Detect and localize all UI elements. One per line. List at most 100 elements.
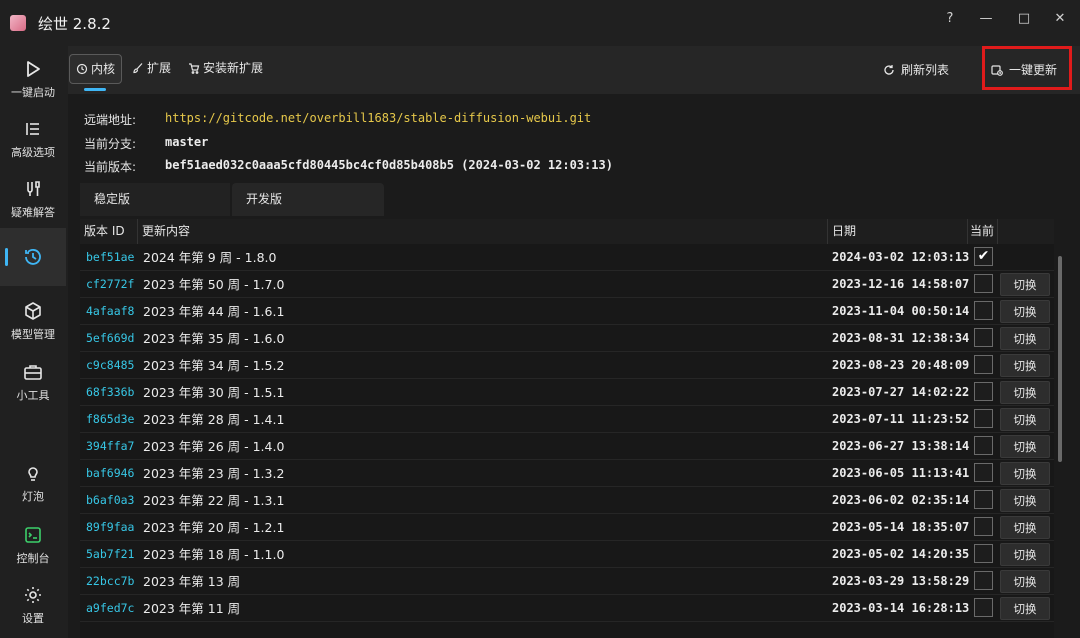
current-checkbox[interactable] (974, 544, 993, 563)
cart-icon (189, 63, 200, 74)
current-checkbox[interactable] (974, 490, 993, 509)
version-date: 2023-07-11 11:23:52 (832, 412, 970, 426)
header-date[interactable]: 日期 (828, 219, 968, 244)
version-id: 5ef669d (86, 331, 135, 345)
sidebar-item-console[interactable]: 控制台 (0, 518, 66, 576)
remote-url[interactable]: https://gitcode.net/overbill1683/stable-… (165, 111, 591, 125)
header-current[interactable]: 当前 (968, 219, 998, 244)
table-row[interactable]: 394ffa7 2023 年第 26 周 - 1.4.0 2023-06-27 13… (80, 433, 1054, 460)
tab-extensions[interactable]: 扩展 (126, 54, 177, 82)
switch-button[interactable]: 切换 (1000, 516, 1050, 539)
window-title: 绘世 2.8.2 (38, 15, 111, 33)
table-row[interactable]: 5ef669d 2023 年第 35 周 - 1.6.0 2023-08-31 12… (80, 325, 1054, 352)
table-row[interactable]: b6af0a3 2023 年第 22 周 - 1.3.1 2023-06-02 02… (80, 487, 1054, 514)
vertical-scrollbar[interactable] (1058, 256, 1062, 462)
sidebar-item-label: 控制台 (16, 552, 50, 565)
sidebar-item-label: 灯泡 (22, 490, 44, 503)
tab-bar: 内核 扩展 安装新扩展 刷新列表 一键更新 (68, 46, 1080, 94)
tab-dev[interactable]: 开发版 (232, 183, 384, 216)
switch-button[interactable]: 切换 (1000, 435, 1050, 458)
sidebar-item-label: 疑难解答 (11, 206, 55, 219)
sidebar-item-settings[interactable]: 设置 (0, 578, 66, 636)
version-id: cf2772f (86, 277, 135, 291)
minimize-button[interactable]: — (966, 6, 1006, 32)
sidebar-item-models[interactable]: 模型管理 (0, 294, 66, 352)
version-date: 2024-03-02 12:03:13 (832, 250, 970, 264)
current-checkbox[interactable] (974, 355, 993, 374)
sidebar-item-tools[interactable]: 小工具 (0, 355, 66, 413)
header-version-id[interactable]: 版本 ID (80, 219, 138, 244)
table-row[interactable]: 5ab7f21 2023 年第 18 周 - 1.1.0 2023-05-02 14… (80, 541, 1054, 568)
current-checkbox[interactable] (974, 517, 993, 536)
switch-button[interactable]: 切换 (1000, 327, 1050, 350)
current-checkbox[interactable] (974, 436, 993, 455)
history-icon (25, 249, 41, 265)
switch-button[interactable]: 切换 (1000, 543, 1050, 566)
version-id: 22bcc7b (86, 574, 135, 588)
version-date: 2023-08-23 20:48:09 (832, 358, 970, 372)
version-id: c9c8485 (86, 358, 135, 372)
table-row[interactable]: 89f9faa 2023 年第 20 周 - 1.2.1 2023-05-14 18… (80, 514, 1054, 541)
current-checkbox[interactable] (974, 301, 993, 320)
table-row[interactable]: baf6946 2023 年第 23 周 - 1.3.2 2023-06-05 11… (80, 460, 1054, 487)
table-row[interactable]: bef51ae 2024 年第 9 周 - 1.8.0 2024-03-02 12:… (80, 244, 1054, 271)
refresh-list-button[interactable]: 刷新列表 (883, 56, 949, 84)
switch-button[interactable]: 切换 (1000, 462, 1050, 485)
switch-button[interactable]: 切换 (1000, 381, 1050, 404)
current-checkbox[interactable] (974, 463, 993, 482)
sidebar-item-launch[interactable]: 一键启动 (0, 52, 66, 110)
sidebar-item-troubleshoot[interactable]: 疑难解答 (0, 172, 66, 230)
switch-button[interactable]: 切换 (1000, 597, 1050, 620)
gear-icon (25, 587, 41, 603)
version-id: b6af0a3 (86, 493, 135, 507)
tab-label: 安装新扩展 (203, 61, 264, 75)
sidebar-item-lightbulb[interactable]: 灯泡 (0, 456, 66, 514)
version-date: 2023-08-31 12:38:34 (832, 331, 970, 345)
current-checkbox[interactable] (974, 328, 993, 347)
version-content: 2023 年第 20 周 - 1.2.1 (143, 520, 285, 535)
help-button[interactable]: ? (930, 6, 970, 32)
table-row[interactable]: a9fed7c 2023 年第 11 周 2023-03-14 16:28:13 切换 (80, 595, 1054, 622)
version-content: 2023 年第 35 周 - 1.6.0 (143, 331, 285, 346)
tab-label: 内核 (91, 62, 116, 76)
current-checkbox[interactable] (974, 382, 993, 401)
version-content: 2023 年第 44 周 - 1.6.1 (143, 304, 285, 319)
sidebar-item-version[interactable] (0, 228, 66, 286)
switch-button[interactable]: 切换 (1000, 489, 1050, 512)
switch-button[interactable]: 切换 (1000, 354, 1050, 377)
current-checkbox[interactable] (974, 571, 993, 590)
switch-button[interactable]: 切换 (1000, 408, 1050, 431)
table-row[interactable]: 22bcc7b 2023 年第 13 周 2023-03-29 13:58:29 切换 (80, 568, 1054, 595)
table-row[interactable]: c9c8485 2023 年第 34 周 - 1.5.2 2023-08-23 20… (80, 352, 1054, 379)
close-button[interactable]: ✕ (1040, 6, 1080, 32)
version-date: 2023-06-05 11:13:41 (832, 466, 970, 480)
table-row[interactable]: 68f336b 2023 年第 30 周 - 1.5.1 2023-07-27 14… (80, 379, 1054, 406)
table-row[interactable]: cf2772f 2023 年第 50 周 - 1.7.0 2023-12-16 14… (80, 271, 1054, 298)
tab-kernel[interactable]: 内核 (69, 54, 123, 91)
version-content: 2023 年第 11 周 (143, 601, 241, 616)
version-date: 2023-12-16 14:58:07 (832, 277, 970, 291)
remote-label: 远端地址: (84, 113, 137, 127)
table-row[interactable]: f865d3e 2023 年第 28 周 - 1.4.1 2023-07-11 11… (80, 406, 1054, 433)
table-row[interactable]: 4afaaf8 2023 年第 44 周 - 1.6.1 2023-11-04 00… (80, 298, 1054, 325)
switch-button[interactable]: 切换 (1000, 273, 1050, 296)
current-checkbox[interactable] (974, 598, 993, 617)
cube-icon (25, 302, 41, 320)
list-options-icon (26, 123, 39, 135)
switch-button[interactable]: 切换 (1000, 570, 1050, 593)
maximize-button[interactable]: □ (1004, 6, 1044, 32)
tab-install-extensions[interactable]: 安装新扩展 (182, 54, 269, 82)
switch-button[interactable]: 切换 (1000, 300, 1050, 323)
app-logo-icon (10, 15, 26, 31)
tab-stable[interactable]: 稳定版 (80, 183, 230, 216)
header-content[interactable]: 更新内容 (138, 219, 828, 244)
current-checkbox[interactable] (974, 409, 993, 428)
version-date: 2023-06-27 13:38:14 (832, 439, 970, 453)
version-date: 2023-07-27 14:02:22 (832, 385, 970, 399)
version-date: 2023-05-02 14:20:35 (832, 547, 970, 561)
table-header: 版本 ID 更新内容 日期 当前 (80, 219, 1054, 244)
sidebar-item-advanced[interactable]: 高级选项 (0, 112, 66, 170)
version-content: 2023 年第 30 周 - 1.5.1 (143, 385, 285, 400)
current-checkbox[interactable] (974, 274, 993, 293)
current-checkbox[interactable]: ✔ (974, 247, 993, 266)
